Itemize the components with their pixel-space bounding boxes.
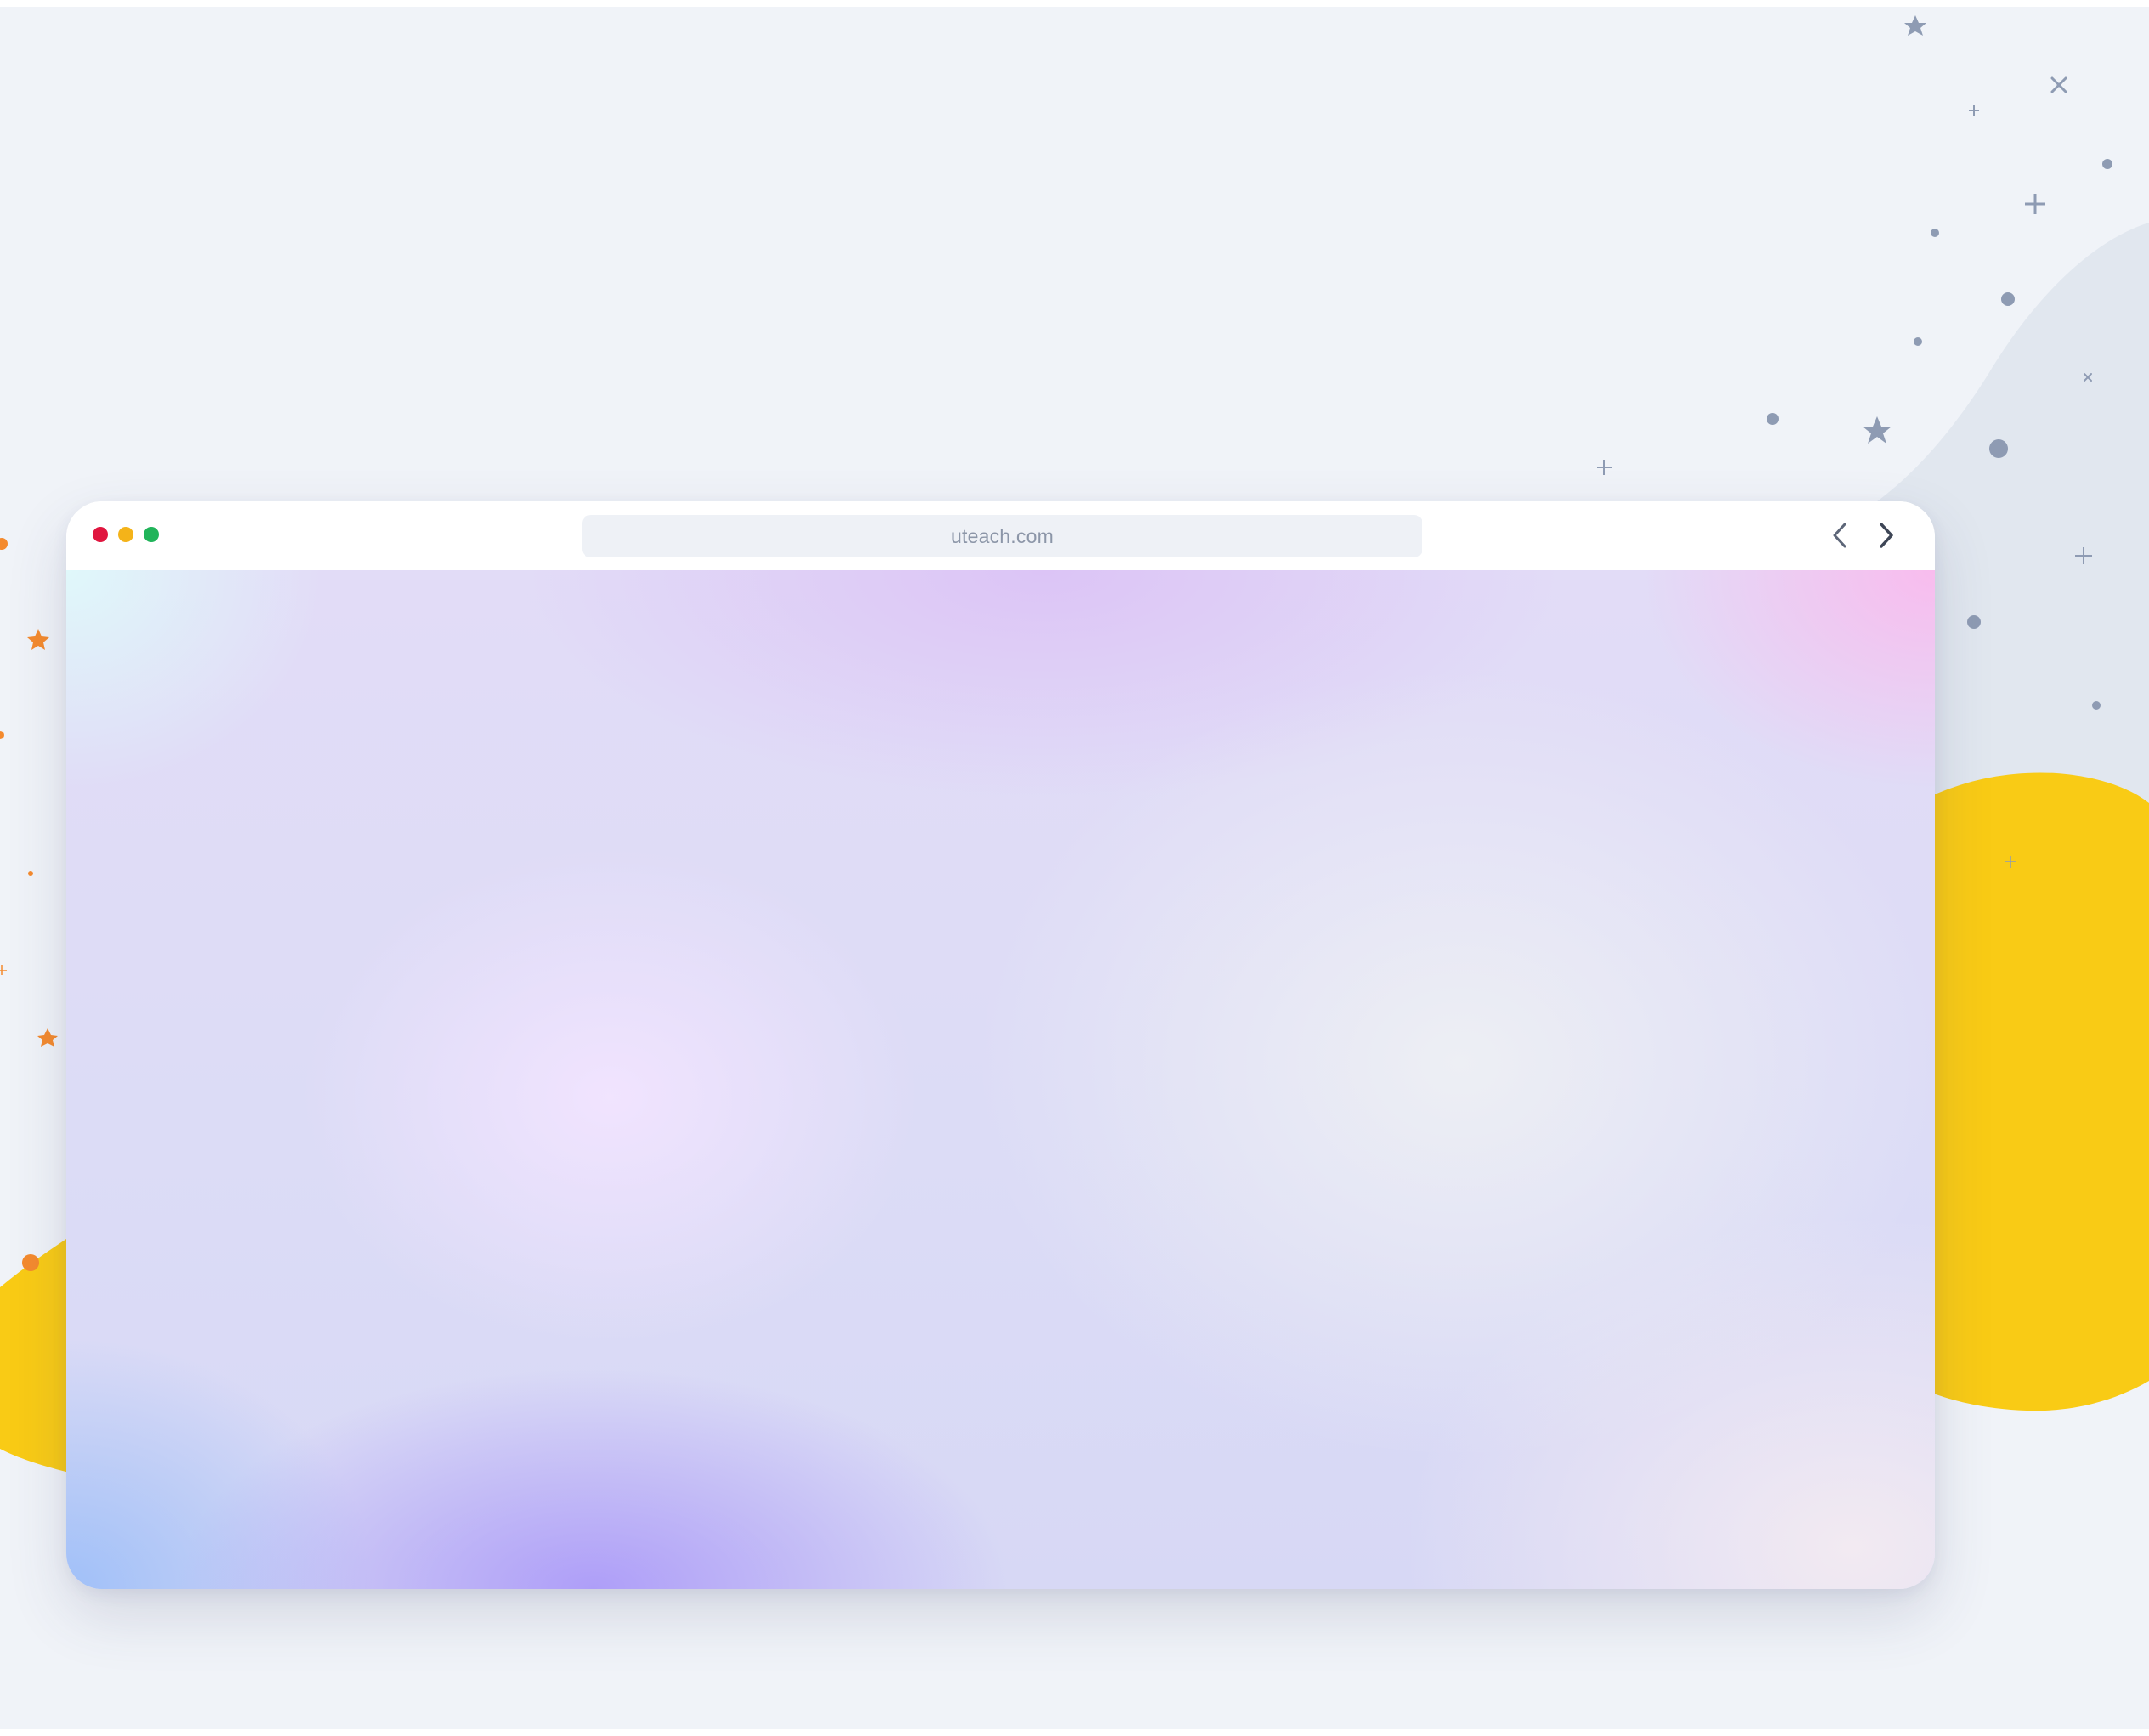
star-icon xyxy=(27,629,49,650)
star-icon xyxy=(1904,15,1926,36)
dot-icon xyxy=(22,1254,39,1271)
dot-icon xyxy=(28,871,33,876)
star-icon xyxy=(1863,416,1892,444)
dot-icon xyxy=(1931,229,1939,237)
browser-window: uteach.com xyxy=(66,501,1935,1589)
browser-toolbar: uteach.com xyxy=(66,501,1935,570)
dot-icon xyxy=(2102,159,2112,169)
dot-icon xyxy=(1967,615,1981,629)
page-content-area xyxy=(66,570,1935,1589)
dot-icon xyxy=(1914,337,1922,346)
dot-icon xyxy=(0,731,4,739)
dot-icon xyxy=(2092,701,2101,710)
close-window-button[interactable] xyxy=(93,527,108,542)
dot-icon xyxy=(2001,292,2015,306)
cross-icon xyxy=(2050,76,2067,93)
address-bar[interactable]: uteach.com xyxy=(582,515,1422,557)
back-button[interactable] xyxy=(1824,520,1855,551)
address-url: uteach.com xyxy=(951,524,1054,547)
bottom-border xyxy=(0,1729,2149,1736)
plus-icon xyxy=(0,965,7,975)
yellow-blob-left xyxy=(0,1232,76,1474)
star-icon xyxy=(37,1028,58,1047)
minimize-window-button[interactable] xyxy=(118,527,133,542)
chevron-left-icon xyxy=(1833,523,1846,548)
forward-button[interactable] xyxy=(1871,520,1902,551)
plus-icon xyxy=(1969,105,1979,116)
dot-icon xyxy=(1989,439,2008,458)
dot-icon xyxy=(1767,413,1779,425)
chevron-right-icon xyxy=(1880,523,1893,548)
plus-icon xyxy=(1597,460,1612,475)
maximize-window-button[interactable] xyxy=(144,527,159,542)
plus-icon xyxy=(2025,194,2045,214)
dot-icon xyxy=(0,538,8,550)
page-background: uteach.com xyxy=(0,0,2149,1736)
